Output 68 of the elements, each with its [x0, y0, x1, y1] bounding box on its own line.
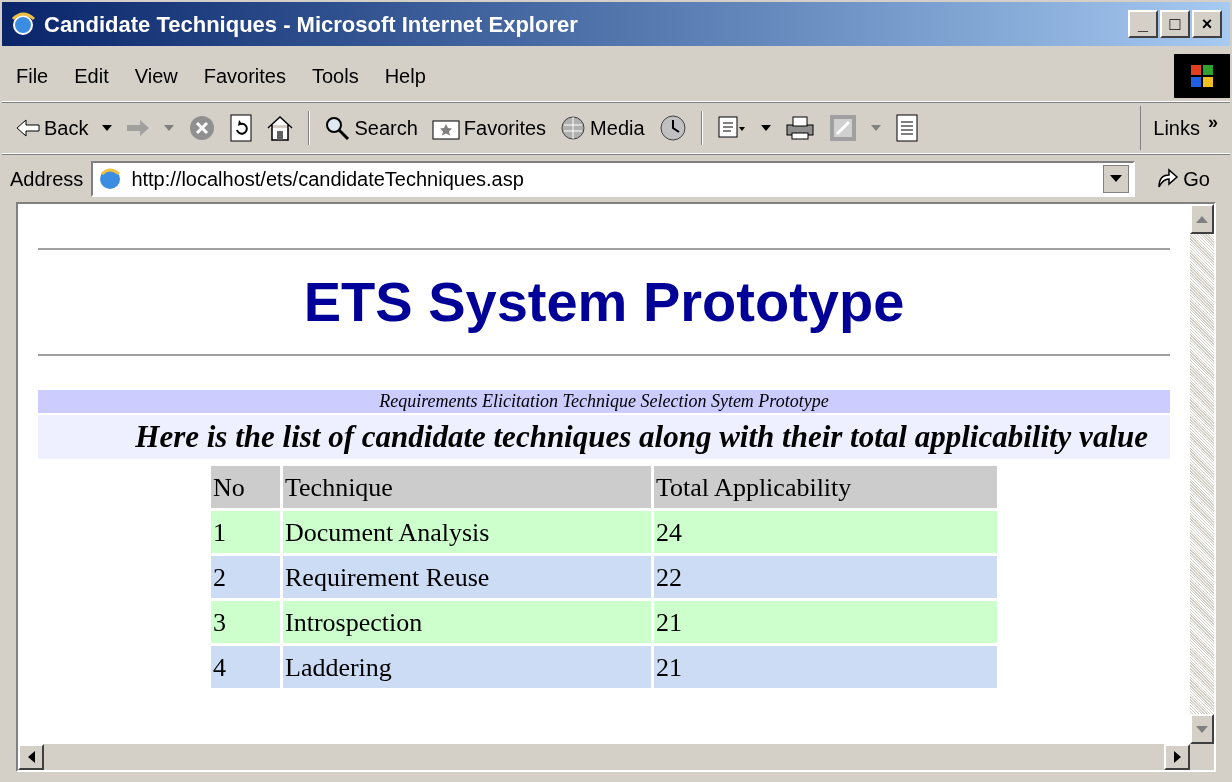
search-button[interactable]: Search	[324, 113, 418, 143]
up-arrow-icon	[1196, 215, 1208, 223]
table-cell: 2	[211, 556, 280, 598]
dropdown-caret-icon[interactable]	[760, 125, 771, 131]
subtitle-bar: Requirements Elicitation Technique Selection Sytem Prototype	[38, 390, 1170, 413]
close-button[interactable]: ×	[1192, 10, 1222, 38]
scroll-right-button[interactable]	[1164, 744, 1190, 770]
magnifier-icon	[324, 115, 351, 141]
links-label[interactable]: Links	[1153, 113, 1200, 143]
maximize-button[interactable]: □	[1160, 10, 1190, 38]
windows-logo-icon	[1174, 53, 1230, 98]
media-button[interactable]: Media	[560, 113, 645, 143]
caret-icon	[1110, 174, 1123, 183]
table-cell: Laddering	[283, 646, 651, 688]
scroll-up-button[interactable]	[1190, 204, 1214, 234]
forward-arrow-icon	[126, 119, 151, 137]
menu-item[interactable]: Help	[384, 60, 426, 91]
column-header: Technique	[283, 466, 651, 508]
stop-button[interactable]	[188, 114, 217, 142]
right-arrow-icon	[1173, 751, 1181, 763]
menu-item[interactable]: Tools	[311, 60, 359, 91]
home-icon	[266, 115, 295, 141]
page-heading: ETS System Prototype	[302, 269, 906, 335]
browser-icon	[10, 11, 36, 37]
table-cell: 22	[654, 556, 997, 598]
address-field[interactable]: http://localhost/ets/candidateTechniques.asp	[91, 160, 1136, 197]
table-cell: 24	[654, 511, 997, 553]
table-cell: Introspection	[283, 601, 651, 643]
window-title: Candidate Techniques - Microsoft Internet Explorer	[44, 10, 579, 39]
intro-text: Here is the list of candidate techniques along with their total applicability value	[38, 415, 1170, 459]
table-cell: 21	[654, 601, 997, 643]
table-cell: 1	[211, 511, 280, 553]
dropdown-caret-icon[interactable]	[102, 125, 113, 131]
address-label: Address	[10, 166, 84, 192]
table-cell: Requirement Reuse	[283, 556, 651, 598]
printer-icon	[784, 115, 815, 141]
left-arrow-icon	[27, 751, 35, 763]
dropdown-button[interactable]	[1103, 164, 1130, 193]
menu-item[interactable]: Favorites	[203, 60, 286, 91]
home-button[interactable]	[266, 115, 295, 141]
go-button[interactable]: Go	[1143, 163, 1222, 194]
print-button[interactable]	[784, 115, 815, 141]
menu-item[interactable]: File	[16, 60, 49, 91]
document-icon	[894, 114, 919, 142]
refresh-icon	[230, 114, 253, 142]
menu-item[interactable]: Edit	[74, 60, 109, 91]
favorites-button[interactable]: Favorites	[431, 113, 547, 143]
refresh-button[interactable]	[230, 114, 253, 142]
column-header: No	[211, 466, 280, 508]
down-arrow-icon	[1196, 725, 1208, 733]
discuss-button[interactable]	[894, 114, 919, 142]
table-cell: Document Analysis	[283, 511, 651, 553]
back-arrow-icon	[16, 119, 40, 137]
column-header: Total Applicability	[654, 466, 997, 508]
menu-item[interactable]: View	[134, 60, 178, 91]
globe-icon	[560, 115, 587, 141]
history-button[interactable]	[658, 114, 687, 142]
minimize-button[interactable]: _	[1128, 10, 1158, 38]
back-button[interactable]: Back	[16, 113, 89, 143]
chevron[interactable]: »	[1208, 108, 1218, 136]
vertical-scrollbar[interactable]	[1190, 204, 1214, 744]
stop-icon	[188, 114, 217, 142]
clock-icon	[658, 114, 687, 142]
scroll-left-button[interactable]	[18, 744, 44, 770]
scroll-down-button[interactable]	[1190, 714, 1214, 744]
table-cell: 21	[654, 646, 997, 688]
table-cell: 3	[211, 601, 280, 643]
table-cell: 4	[211, 646, 280, 688]
